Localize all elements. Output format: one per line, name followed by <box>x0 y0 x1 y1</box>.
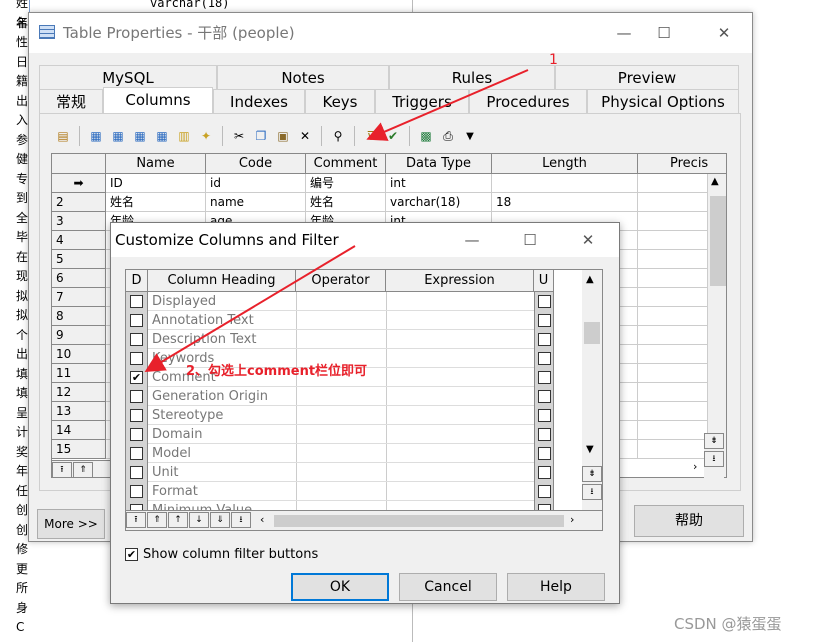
annotation-arrows <box>144 69 529 373</box>
arrow-to-customize-icon <box>366 69 529 141</box>
arrow-to-comment-checkbox <box>144 245 356 373</box>
annotation-step2: 2、勾选上comment栏位即可 <box>186 364 368 379</box>
watermark: CSDN @猿蛋蛋 <box>674 615 782 633</box>
annotation-step1: 1 <box>549 52 558 68</box>
